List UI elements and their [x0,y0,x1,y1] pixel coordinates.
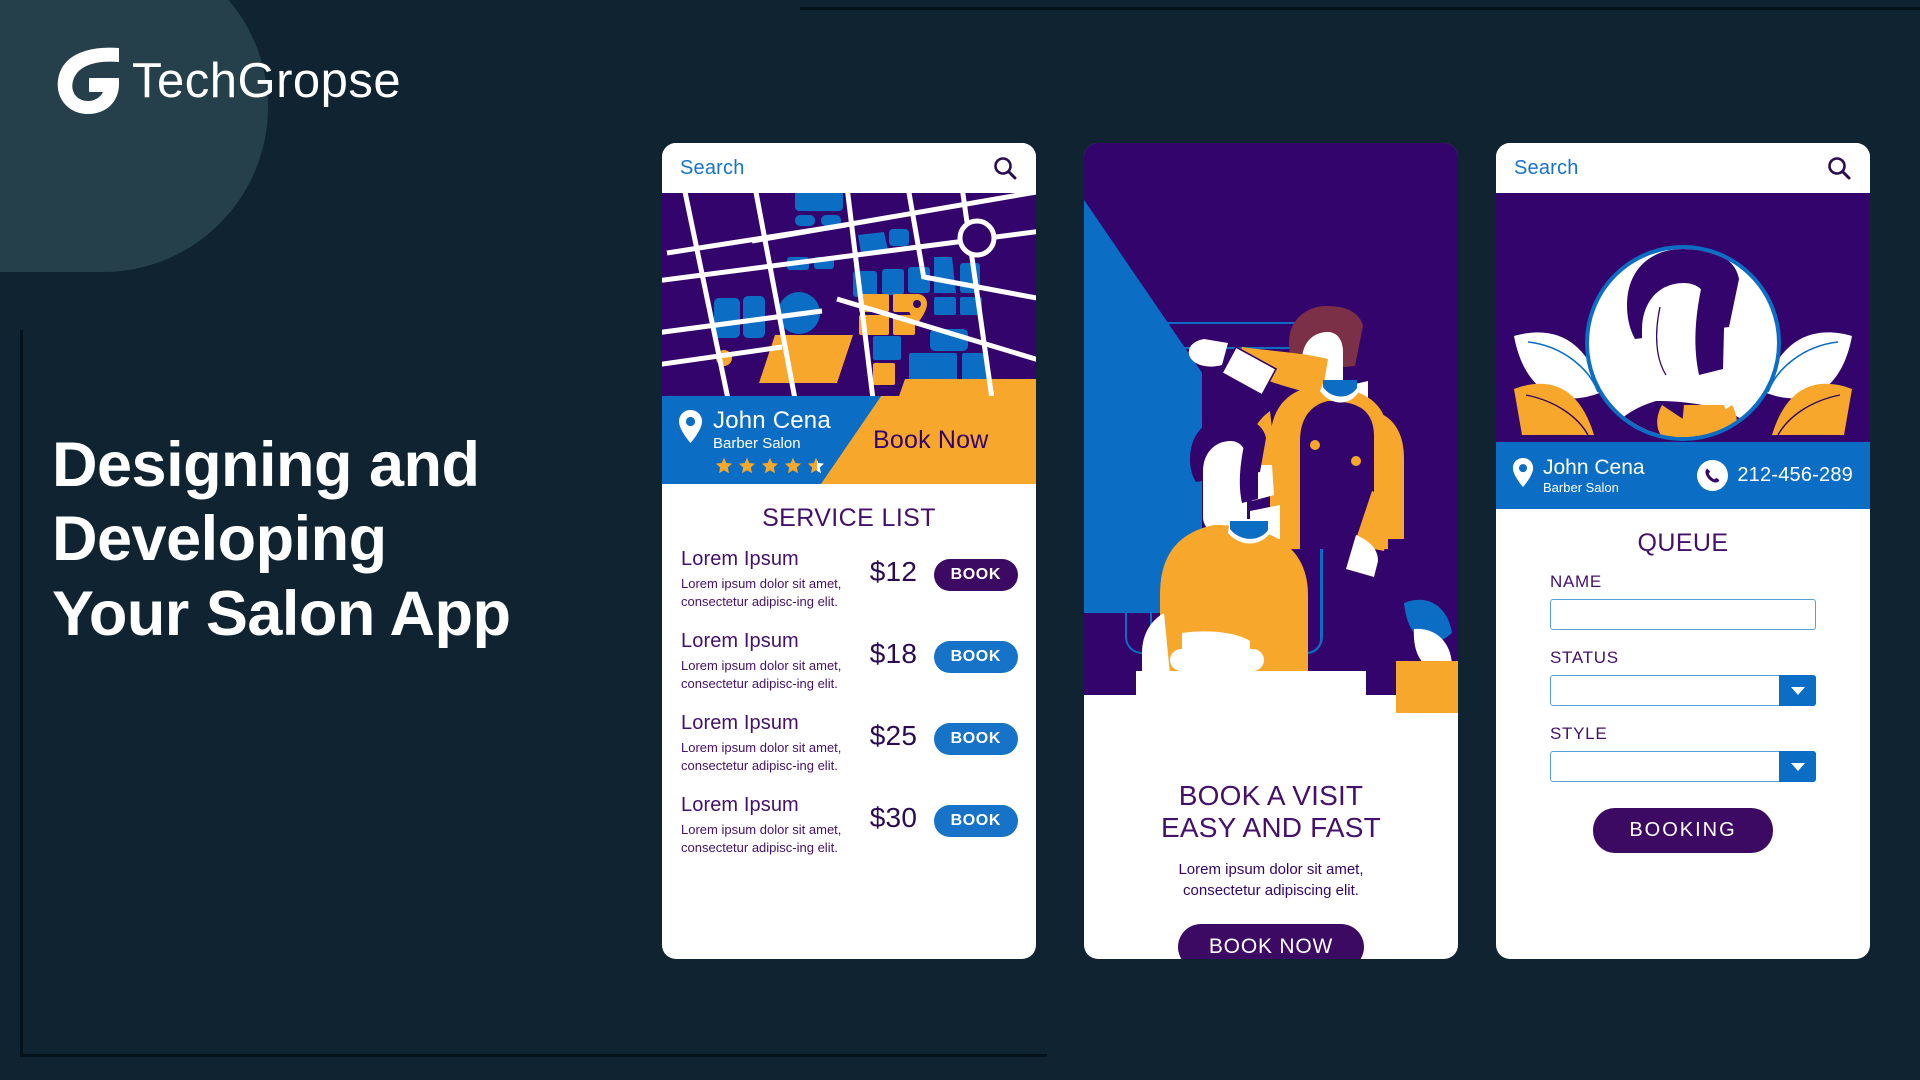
salon-name: John Cena [713,407,831,434]
queue-form-fields: NAME STATUS STYLE [1496,572,1870,782]
chevron-down-icon[interactable] [1779,675,1816,706]
service-info: Lorem Ipsum Lorem ipsum dolor sit amet, c… [681,794,859,858]
brand-name: TechGropse [132,54,402,108]
onboarding-heading: BOOK A VISIT EASY AND FAST [1106,780,1436,845]
rating-stars [715,457,831,480]
service-name: Lorem Ipsum [681,629,799,652]
service-info: Lorem Ipsum Lorem ipsum dolor sit amet, c… [681,548,859,612]
service-info: Lorem Ipsum Lorem ipsum dolor sit amet, c… [681,712,859,776]
salon-info-bar: John Cena Barber Salon 212-456-289 [1496,442,1870,509]
select-box[interactable] [1550,751,1816,782]
search-icon[interactable] [1826,155,1852,181]
map-view[interactable] [662,193,1036,396]
service-book-button[interactable]: BOOK [933,722,1018,755]
booking-submit-button[interactable]: BOOKING [1593,808,1773,853]
headline-line-1: Designing and [52,430,480,500]
barber-cutting-hair-illustration [1084,143,1458,756]
headline-line-2: Developing [52,504,387,575]
phone-mockup-service-list: Search John Cena Barber Salon Book Now S… [662,143,1036,959]
onboarding-subtext-line-2: consectetur adipiscing elit. [1183,882,1359,900]
star-icon [807,457,825,480]
salon-subtitle: Barber Salon [1543,480,1619,496]
headline-line-3: Your Salon App [52,578,511,649]
field-label: NAME [1550,572,1602,591]
onboarding-heading-line-2: EASY AND FAST [1161,812,1381,844]
search-bar[interactable]: Search [662,143,1036,193]
queue-form-title: QUEUE [1637,529,1729,557]
service-row: Lorem Ipsum Lorem ipsum dolor sit amet, c… [662,785,1036,867]
service-book-button[interactable]: BOOK [933,804,1018,837]
service-description: Lorem ipsum dolor sit amet, consectetur … [681,576,842,610]
onboarding-copy: BOOK A VISIT EASY AND FAST Lorem ipsum d… [1084,756,1458,959]
service-book-button[interactable]: BOOK [933,559,1018,591]
service-name: Lorem Ipsum [681,548,799,570]
service-description: Lorem ipsum dolor sit amet, consectetur … [681,739,842,774]
form-field-group: STATUS [1496,648,1870,706]
salon-name: John Cena [1543,455,1645,479]
service-book-button[interactable]: BOOK [933,640,1018,673]
field-label: STATUS [1550,648,1619,667]
service-list: Lorem Ipsum Lorem ipsum dolor sit amet, c… [662,539,1036,867]
frame-line-bottom [20,1054,1047,1057]
onboarding-heading-line-1: BOOK A VISIT [1178,780,1364,811]
star-icon [715,457,733,480]
style-select[interactable] [1550,751,1816,782]
field-label: STYLE [1550,724,1608,743]
star-icon [761,457,779,480]
chevron-down-icon[interactable] [1779,751,1816,782]
phone-icon [1697,460,1729,491]
service-name: Lorem Ipsum [681,793,799,816]
status-select[interactable] [1550,675,1816,706]
star-icon [784,457,802,480]
search-icon[interactable] [992,155,1018,181]
frame-line-left [20,330,23,1057]
page-title: Designing and Developing Your Salon App [52,428,652,651]
brand-watermark-shape [0,0,268,272]
star-icon [738,457,756,480]
salon-subtitle: Barber Salon [713,435,801,453]
form-field-group: NAME [1496,572,1870,630]
salon-identity: John Cena Barber Salon [1512,456,1645,495]
brand-logo: TechGropse [48,42,401,120]
salon-phone-number: 212-456-289 [1737,464,1853,486]
location-pin-icon [1512,457,1534,487]
search-input[interactable]: Search [1514,157,1579,180]
slide-canvas: TechGropse Designing and Developing Your… [0,0,1920,1080]
location-pin-icon [678,410,703,443]
search-input[interactable]: Search [680,157,745,180]
onboarding-subtext-line-1: Lorem ipsum dolor sit amet, [1178,860,1364,878]
form-field-group: STYLE [1496,724,1870,782]
book-now-label: Book Now [873,425,989,454]
service-row: Lorem Ipsum Lorem ipsum dolor sit amet, c… [662,621,1036,703]
service-description: Lorem ipsum dolor sit amet, consectetur … [681,657,842,692]
service-row: Lorem Ipsum Lorem ipsum dolor sit amet, c… [662,539,1036,621]
frame-line-top [800,7,1920,10]
salon-info-bar: John Cena Barber Salon Book Now [662,396,1036,484]
service-price: $25 [869,719,918,751]
search-bar[interactable]: Search [1496,143,1870,193]
service-list-title: SERVICE LIST [762,504,936,532]
service-description: Lorem ipsum dolor sit amet, consectetur … [681,821,842,856]
onboarding-subtext: Lorem ipsum dolor sit amet, consectetur … [1106,859,1436,902]
name-input[interactable] [1550,599,1816,630]
service-row: Lorem Ipsum Lorem ipsum dolor sit amet, c… [662,703,1036,785]
service-price: $18 [869,637,918,669]
book-now-button[interactable]: BOOK NOW [1177,923,1365,959]
techgropse-g-logo-icon [48,42,126,120]
phone-mockup-queue-form: Search John Cena Barber Salon 212-456-28… [1496,143,1870,959]
phone-mockup-onboarding: BOOK A VISIT EASY AND FAST Lorem ipsum d… [1084,143,1458,959]
service-info: Lorem Ipsum Lorem ipsum dolor sit amet, c… [681,630,859,694]
salon-identity: John Cena Barber Salon [678,408,831,480]
salon-phone[interactable]: 212-456-289 [1697,460,1853,491]
book-now-banner-button[interactable]: Book Now [821,396,1036,484]
select-box[interactable] [1550,675,1816,706]
service-price: $12 [869,556,918,587]
service-price: $30 [869,801,918,833]
barber-avatar-portrait [1496,193,1870,442]
service-name: Lorem Ipsum [681,711,799,734]
